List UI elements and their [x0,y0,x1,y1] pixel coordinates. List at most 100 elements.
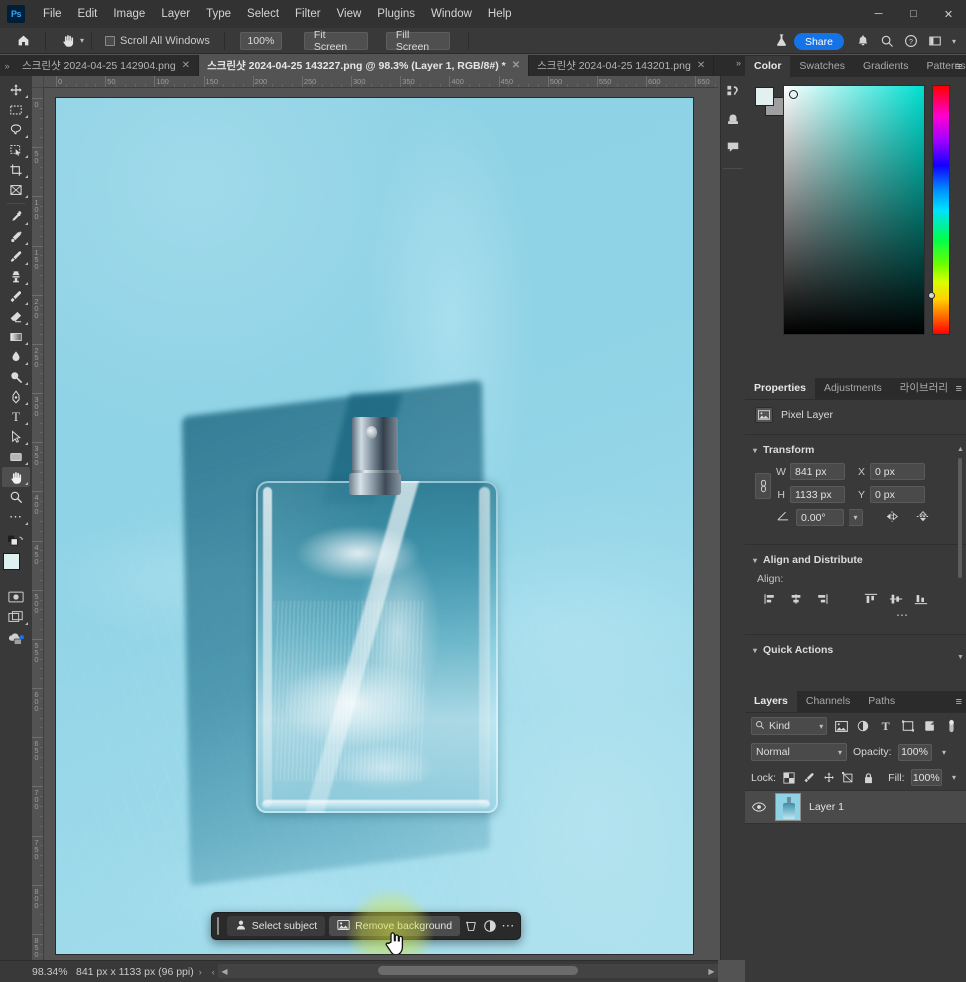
chevron-down-icon[interactable]: ▾ [819,722,823,731]
panel-dock-collapse-icon[interactable]: » [736,58,741,68]
scrollbar-thumb[interactable] [378,966,578,975]
link-wh-icon[interactable] [755,473,771,499]
minimize-button[interactable]: ─ [861,0,896,28]
chevron-down-icon[interactable]: ▾ [753,556,757,565]
canvas-horizontal-scrollbar[interactable]: ◀ ▶ [218,964,718,978]
tab-libraries[interactable]: 라이브러리 [891,378,957,399]
lock-artboard-nesting-icon[interactable] [842,770,856,785]
properties-panel-menu-icon[interactable]: ≡ [956,378,962,399]
color-picker-marker[interactable] [789,90,798,99]
adjustment-filter-icon[interactable] [855,718,871,735]
contextual-task-bar[interactable]: Select subject Remove background ⋯ [211,912,521,940]
tool-lasso[interactable] [2,120,30,140]
align-left-icon[interactable] [763,591,779,606]
chevron-down-icon[interactable]: ▾ [948,30,960,52]
scroll-all-windows-checkbox[interactable]: Scroll All Windows [105,35,210,47]
maximize-button[interactable]: □ [896,0,931,28]
transform-section-header[interactable]: ▾ Transform [745,439,966,461]
foreground-color-swatch[interactable] [755,87,774,106]
scrollbar-thumb[interactable] [958,458,962,578]
tab-close-icon[interactable]: ✕ [512,60,520,71]
tab-color[interactable]: Color [745,56,791,77]
layer-name[interactable]: Layer 1 [809,801,844,813]
menu-view[interactable]: View [329,0,370,28]
color-panel-swatches[interactable] [755,87,784,116]
layer-row[interactable]: Layer 1 [745,790,966,824]
height-input[interactable]: 1133 px [790,486,845,503]
transform-icon[interactable] [464,916,478,936]
chevron-down-icon[interactable]: ▾ [838,748,842,757]
lock-image-pixels-icon[interactable] [802,770,816,785]
fill-screen-button[interactable]: Fill Screen [385,29,450,53]
tool-eraser[interactable] [2,307,30,327]
screen-mode-icon[interactable] [2,607,30,627]
fit-screen-button[interactable]: Fit Screen [303,29,368,53]
width-input[interactable]: 841 px [790,463,845,480]
document-tab-3[interactable]: 스크린샷 2024-04-25 143201.png ✕ [529,55,715,76]
workspace-icon[interactable] [924,30,946,52]
libraries-icon[interactable] [723,82,743,100]
canvas-area[interactable]: Select subject Remove background ⋯ [44,88,718,960]
menu-layer[interactable]: Layer [153,0,198,28]
chevron-down-icon[interactable]: ▾ [753,446,757,455]
home-icon[interactable] [8,34,38,47]
share-button[interactable]: Share [793,33,844,50]
tool-pen[interactable] [2,387,30,407]
layer-thumbnail[interactable] [775,793,801,821]
tool-crop[interactable] [2,160,30,180]
foreground-color-swatch[interactable] [3,553,20,570]
select-subject-button[interactable]: Select subject [226,916,326,936]
type-filter-icon[interactable]: T [878,718,894,735]
tool-eyedropper[interactable] [2,207,30,227]
cloud-documents-icon[interactable] [2,627,30,651]
angle-input[interactable]: 0.00° [796,509,844,526]
hand-tool-indicator[interactable]: ▾ [61,33,84,48]
saturation-value-picker[interactable] [783,85,925,335]
tool-edit-toolbar[interactable]: ⋯ [2,507,30,527]
adjustment-layer-icon[interactable] [482,916,496,936]
tool-path-selection[interactable] [2,427,30,447]
layers-panel-menu-icon[interactable]: ≡ [956,691,962,712]
align-section-header[interactable]: ▾ Align and Distribute [745,549,966,571]
tab-swatches[interactable]: Swatches [790,56,854,77]
align-middle-vertical-icon[interactable] [888,591,904,606]
horizontal-ruler[interactable]: 0501001502002503003504004505005506006507… [44,76,718,88]
tool-object-selection[interactable] [2,140,30,160]
tab-close-icon[interactable]: ✕ [182,60,190,71]
tab-properties[interactable]: Properties [745,378,815,399]
fill-input[interactable]: 100% [910,769,942,786]
menu-edit[interactable]: Edit [70,0,106,28]
beaker-icon[interactable] [774,32,789,51]
x-input[interactable]: 0 px [870,463,925,480]
status-expand-icon[interactable]: › [194,967,207,977]
flip-horizontal-icon[interactable] [884,510,900,526]
scroll-left-icon[interactable]: ◀ [218,964,231,978]
tool-brush[interactable] [2,247,30,267]
tool-hand[interactable] [2,467,30,487]
hue-slider[interactable] [932,85,950,335]
align-bottom-icon[interactable] [913,591,929,606]
quick-mask-icon[interactable] [2,587,30,607]
tool-gradient[interactable] [2,327,30,347]
zoom-level-field[interactable]: 98.34% [0,966,68,978]
layer-visibility-icon[interactable] [751,802,767,812]
tool-zoom[interactable] [2,487,30,507]
color-panel-menu-icon[interactable]: ≡ [956,56,962,77]
tool-frame[interactable] [2,180,30,200]
remove-background-button[interactable]: Remove background [329,916,461,936]
tool-rectangle[interactable] [2,447,30,467]
tab-channels[interactable]: Channels [797,691,859,712]
tab-gradients[interactable]: Gradients [854,56,918,77]
align-center-horizontal-icon[interactable] [788,591,804,606]
blend-mode-select[interactable]: Normal ▾ [751,743,847,761]
shape-filter-icon[interactable] [900,718,916,735]
tab-adjustments[interactable]: Adjustments [815,378,891,399]
bell-icon[interactable] [852,30,874,52]
vertical-ruler[interactable]: 0 50 100 150 200 250 300 350 400 450 500 550 600 650 7… [32,88,44,960]
document-tab-1[interactable]: 스크린샷 2024-04-25 142904.png ✕ [14,55,200,76]
document-tab-2-active[interactable]: 스크린샷 2024-04-25 143227.png @ 98.3% (Laye… [199,55,530,76]
opacity-input[interactable]: 100% [897,743,932,761]
tab-paths[interactable]: Paths [859,691,904,712]
checkbox-box[interactable] [105,35,116,46]
align-right-icon[interactable] [813,591,829,606]
